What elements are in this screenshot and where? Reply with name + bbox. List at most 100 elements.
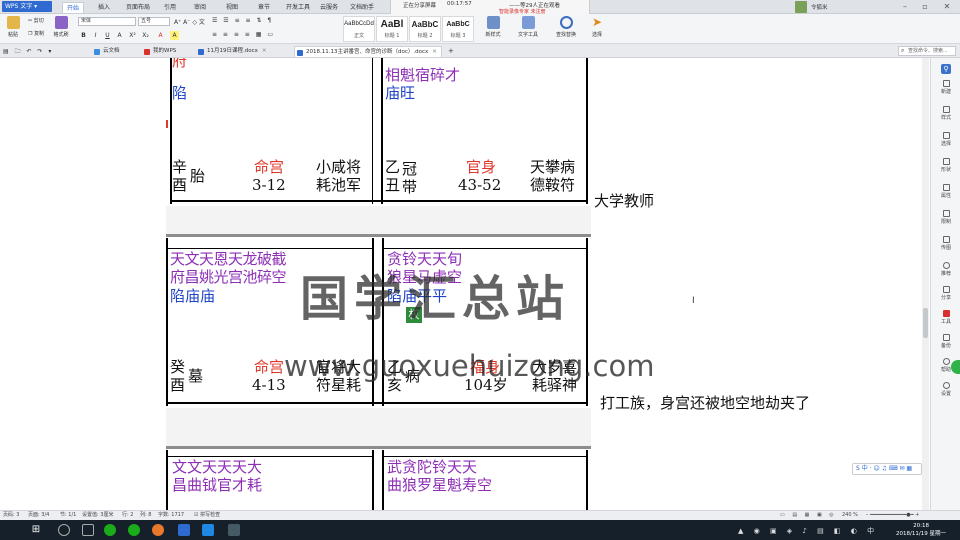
tab-view[interactable]: 视图 — [222, 2, 242, 13]
side-backup[interactable]: 备份 — [931, 334, 960, 349]
strikethrough-button[interactable]: A — [115, 31, 124, 40]
close-icon[interactable]: ✕ — [940, 1, 954, 12]
tab-insert[interactable]: 插入 — [94, 2, 114, 13]
side-select-label: 选择 — [940, 141, 951, 147]
font-size-select[interactable]: 五号 — [138, 17, 170, 26]
style-heading-3[interactable]: AaBbC 标题 3 — [442, 16, 474, 42]
share-status: 正在分享屏幕 — [403, 3, 437, 9]
side-new[interactable]: 新建 — [931, 80, 960, 95]
tab-doc-assistant[interactable]: 文档助手 — [346, 2, 378, 13]
document-canvas[interactable]: 府 陷 辛 酉 胎 命宫 3-12 小咸将 耗池军 相魁宿碎才 庙旺 乙 丑 冠… — [0, 58, 930, 510]
side-styles[interactable]: 样式 — [931, 106, 960, 121]
tab-my-wps[interactable]: 我的WPS — [142, 46, 180, 57]
cloud-icon — [94, 49, 100, 55]
close-tab-icon[interactable]: ✕ — [262, 48, 267, 54]
app-icon[interactable] — [202, 524, 214, 536]
style-heading-1-name: 标题 1 — [384, 33, 400, 39]
scissors-icon: ✂ — [28, 18, 33, 24]
app-menu-button[interactable]: WPS 文字 ▾ — [2, 1, 52, 12]
status-page-number: 页码: 3 — [3, 512, 20, 518]
font-name-select[interactable]: 宋体 — [78, 17, 136, 26]
floating-assistant-icon[interactable] — [951, 360, 960, 374]
style-normal[interactable]: AaBbCcDd 正文 — [343, 16, 375, 42]
app-icon[interactable] — [228, 524, 240, 536]
wechat-icon[interactable] — [128, 524, 140, 536]
close-tab-icon[interactable]: ✕ — [432, 49, 437, 55]
side-settings[interactable]: 设置 — [931, 382, 960, 397]
user-name[interactable]: 令狐米 — [811, 3, 828, 11]
highlight-button[interactable]: A — [170, 31, 179, 40]
tab-home[interactable]: 开始 — [62, 2, 85, 13]
cell-palace: 命宫 — [254, 158, 285, 176]
text-tools-button[interactable]: 文字工具 — [512, 16, 544, 38]
paragraph-toolbar[interactable]: ☰ ☰ ≡ ≡ ⇅ ¶ — [212, 17, 273, 24]
side-tools[interactable]: 工具 — [931, 310, 960, 325]
side-restrict[interactable]: 限制 — [931, 210, 960, 225]
cut-button[interactable]: ✂ 剪切 — [28, 17, 44, 24]
vertical-scrollbar[interactable] — [922, 58, 929, 510]
tab-page-layout[interactable]: 页面布局 — [122, 2, 154, 13]
tab-doc-lesson[interactable]: 11月19日课程.docx ✕ — [196, 46, 271, 57]
cell-stage: 胎 — [190, 167, 206, 185]
font-color-button[interactable]: A — [156, 31, 165, 40]
superscript-button[interactable]: X² — [128, 31, 137, 40]
paste-label: 粘贴 — [7, 32, 18, 38]
bold-button[interactable]: B — [79, 31, 88, 40]
search-input[interactable]: 查找命令、搜索... — [898, 46, 956, 56]
quick-access-toolbar[interactable]: ▤ 🗀 ↶ ↷ ▾ — [3, 47, 53, 57]
new-style-button[interactable]: 新样式 — [478, 16, 508, 38]
new-tab-button[interactable]: + — [448, 47, 454, 55]
copy-button[interactable]: ❐ 复制 — [28, 30, 44, 37]
side-share[interactable]: 分享 — [931, 286, 960, 301]
format-painter-button[interactable]: 格式刷 — [50, 16, 72, 38]
wps-icon[interactable] — [178, 524, 190, 536]
italic-button[interactable]: I — [91, 31, 100, 40]
minimize-icon[interactable]: – — [898, 1, 912, 12]
side-recommend[interactable]: 推荐 — [931, 262, 960, 277]
tab-doc-active[interactable]: 2018.11.13主讲番宫、命宫的诊断（doc）.docx ✕ — [294, 46, 442, 57]
tab-cloud[interactable]: 云服务 — [316, 2, 342, 13]
find-replace-button[interactable]: 查找替换 — [550, 16, 582, 38]
input-method-toolbar[interactable]: S 中 · ☺ ♫ ⌨ ✉ ▦ — [852, 463, 922, 475]
alignment-toolbar[interactable]: ≡ ≡ ≡ ≡ ▦ ▭ — [212, 31, 275, 38]
side-select[interactable]: 选择 — [931, 132, 960, 147]
restrict-icon — [942, 210, 950, 217]
tab-cloud-docs[interactable]: 云文档 — [92, 46, 124, 57]
select-button[interactable]: ➤ 选择 — [584, 16, 610, 39]
magnifier-icon — [559, 16, 573, 29]
app-icon[interactable] — [152, 524, 164, 536]
style-heading-1[interactable]: AaBl 标题 1 — [376, 16, 408, 42]
paste-button[interactable]: 粘贴 — [2, 16, 24, 38]
system-tray-icons[interactable]: ▲ ◉ ▣ ◈ ♪ ▤ ◧ ◐ 中 — [738, 526, 878, 536]
maximize-icon[interactable]: ▫ — [918, 1, 932, 12]
side-shapes[interactable]: 形状 — [931, 158, 960, 173]
style-heading-2[interactable]: AaBbC 标题 2 — [409, 16, 441, 42]
task-view-icon[interactable] — [82, 524, 94, 536]
avatar[interactable] — [795, 1, 807, 13]
scrollbar-thumb[interactable] — [923, 308, 928, 338]
side-properties[interactable]: 属性 — [931, 184, 960, 199]
cell-stars-line1: 相魁宿碎才 — [385, 66, 461, 84]
zoom-slider[interactable]: – ━━━━━━━━━━━━●━ + — [866, 511, 919, 520]
tab-cloud-docs-label: 云文档 — [103, 48, 120, 54]
system-clock[interactable]: 20:18 2018/11/19 星期一 — [896, 522, 946, 538]
tab-review[interactable]: 审阅 — [190, 2, 210, 13]
cortana-icon[interactable] — [58, 524, 70, 536]
status-word-count: 字数: 1717 — [158, 512, 184, 518]
view-mode-buttons[interactable]: ▭ ▤ ▦ ▣ ◎ — [780, 511, 837, 520]
screen-share-banner: 正在分享屏幕 00:17:57 ——等29人正在观看 智能录像专家 未注册 — [390, 0, 590, 15]
underline-button[interactable]: U — [103, 31, 112, 40]
location-pin-button[interactable]: ⚲ — [931, 64, 960, 74]
windows-start-icon[interactable]: ⊞ — [30, 524, 42, 536]
wps-icon — [144, 49, 150, 55]
spell-check-toggle[interactable]: ☑ 拼写检查 — [194, 511, 220, 520]
wechat-icon[interactable] — [104, 524, 116, 536]
cell-deities-line2: 耗池军 — [316, 176, 362, 194]
tab-references[interactable]: 引用 — [160, 2, 180, 13]
grow-font-button[interactable]: A⁺ A⁻ ◇ 文 — [174, 17, 205, 26]
chart-border — [170, 200, 588, 202]
tab-developer[interactable]: 开发工具 — [282, 2, 314, 13]
tab-chapter[interactable]: 章节 — [254, 2, 274, 13]
subscript-button[interactable]: X₂ — [141, 31, 150, 40]
side-upload-image[interactable]: 传图 — [931, 236, 960, 251]
